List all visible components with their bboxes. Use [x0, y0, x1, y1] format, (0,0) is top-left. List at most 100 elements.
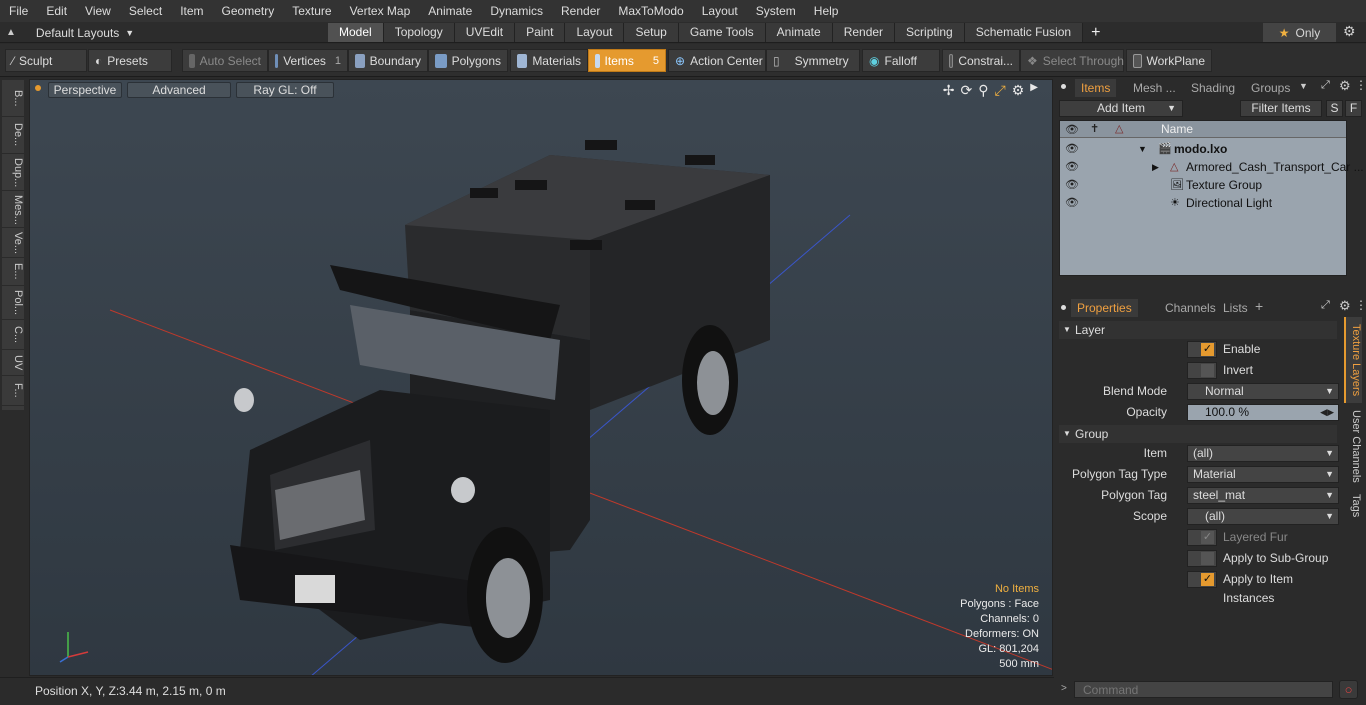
side-tab-texture-layers[interactable]: Texture Layers	[1344, 317, 1362, 403]
left-tab-curve[interactable]: C...	[2, 320, 24, 350]
add-item-button[interactable]: Add Item ▼	[1059, 100, 1183, 117]
gear-icon[interactable]: ⚙	[1343, 23, 1356, 40]
add-tab-button[interactable]: +	[1255, 298, 1263, 314]
scope-select[interactable]: (all) ▼	[1187, 508, 1339, 525]
tab-properties[interactable]: Properties	[1071, 299, 1138, 317]
slider-arrows-icon[interactable]: ◀▶	[1320, 405, 1334, 420]
item-row-armored-car[interactable]: 👁 ▶ △ Armored_Cash_Transport_Car ...	[1060, 158, 1364, 176]
vertices-button[interactable]: Vertices 1	[268, 49, 348, 72]
menu-render[interactable]: Render	[552, 0, 609, 22]
menu-item[interactable]: Item	[171, 0, 212, 22]
materials-button[interactable]: Materials	[510, 49, 588, 72]
menu-dynamics[interactable]: Dynamics	[481, 0, 552, 22]
left-tab-mesh-edit[interactable]: Mes...	[2, 191, 24, 228]
panel-expand-icon[interactable]: ⤢	[1321, 299, 1330, 312]
apply-subgroup-checkbox[interactable]	[1187, 550, 1217, 567]
polygon-tag-select[interactable]: steel_mat ▼	[1187, 487, 1339, 504]
f-button[interactable]: F	[1345, 100, 1362, 117]
menu-file[interactable]: File	[0, 0, 37, 22]
only-toggle[interactable]: ★ Only	[1263, 23, 1336, 42]
polygon-tag-type-select[interactable]: Material ▼	[1187, 466, 1339, 483]
tab-groups[interactable]: Groups	[1245, 79, 1296, 97]
left-tab-fusion[interactable]: F...	[2, 376, 24, 406]
record-icon[interactable]: ○	[1339, 680, 1358, 699]
falloff-button[interactable]: ◉ Falloff	[862, 49, 940, 72]
filter-items-button[interactable]: Filter Items	[1240, 100, 1322, 117]
expand-arrow-icon[interactable]: ▼	[1138, 140, 1147, 158]
panel-gear-icon[interactable]: ⚙	[1339, 298, 1351, 314]
polygons-button[interactable]: Polygons	[428, 49, 508, 72]
visibility-eye-icon[interactable]: 👁	[1065, 197, 1079, 209]
auto-select-button[interactable]: Auto Select	[182, 49, 268, 72]
add-tab-button[interactable]: +	[1083, 23, 1108, 42]
3d-viewport[interactable]: Perspective Advanced Ray GL: Off ✢ ⟳ ⚲ ⤢…	[29, 79, 1053, 676]
tab-render[interactable]: Render	[832, 23, 896, 42]
layout-selector[interactable]: ▲ Default Layouts ▼	[6, 24, 134, 41]
side-tab-user-channels[interactable]: User Channels	[1344, 407, 1362, 485]
tab-model[interactable]: Model	[328, 23, 384, 42]
boundary-button[interactable]: Boundary	[348, 49, 428, 72]
tab-game-tools[interactable]: Game Tools	[678, 23, 766, 42]
left-tab-basic[interactable]: B...	[2, 80, 24, 117]
menu-vertex-map[interactable]: Vertex Map	[341, 0, 420, 22]
tab-lists[interactable]: Lists	[1217, 299, 1254, 317]
menu-texture[interactable]: Texture	[283, 0, 340, 22]
menu-edit[interactable]: Edit	[37, 0, 76, 22]
visibility-eye-icon[interactable]: 👁	[1065, 161, 1079, 173]
sculpt-button[interactable]: ⁄ Sculpt	[5, 49, 87, 72]
menu-geometry[interactable]: Geometry	[213, 0, 284, 22]
panel-dropdown-icon[interactable]: ▼	[1299, 81, 1308, 91]
menu-select[interactable]: Select	[120, 0, 171, 22]
left-tab-polygon[interactable]: Pol...	[2, 286, 24, 320]
opacity-slider[interactable]: 100.0 % ◀▶	[1187, 404, 1339, 421]
action-center-button[interactable]: ⊕ Action Center	[668, 49, 766, 72]
panel-expand-icon[interactable]: ⤢	[1321, 79, 1330, 92]
visibility-eye-icon[interactable]: 👁	[1065, 143, 1079, 155]
group-section-header[interactable]: ▼ Group	[1059, 425, 1337, 443]
item-row-texture-group[interactable]: 👁 🖼 Texture Group	[1060, 176, 1346, 194]
panel-menu-icon[interactable]: ⋮	[1355, 298, 1366, 312]
command-input[interactable]	[1074, 681, 1333, 698]
constraints-button[interactable]: Constrai...	[942, 49, 1020, 72]
tab-setup[interactable]: Setup	[624, 23, 679, 42]
tab-shading[interactable]: Shading	[1185, 79, 1241, 97]
item-row-directional-light[interactable]: 👁 ☀ Directional Light	[1060, 194, 1346, 212]
menu-view[interactable]: View	[76, 0, 120, 22]
visibility-eye-icon[interactable]: 👁	[1065, 179, 1079, 191]
side-tab-tags[interactable]: Tags	[1344, 489, 1362, 523]
left-tab-duplicate[interactable]: Dup...	[2, 154, 24, 191]
apply-instances-checkbox[interactable]: ✓	[1187, 571, 1217, 588]
tab-schematic-fusion[interactable]: Schematic Fusion	[964, 23, 1084, 42]
tab-channels[interactable]: Channels	[1159, 299, 1222, 317]
tab-layout[interactable]: Layout	[565, 23, 625, 42]
enable-checkbox[interactable]: ✓	[1187, 341, 1217, 358]
invert-checkbox[interactable]	[1187, 362, 1217, 379]
panel-gear-icon[interactable]: ⚙	[1339, 78, 1351, 94]
workplane-button[interactable]: WorkPlane	[1126, 49, 1212, 72]
menu-animate[interactable]: Animate	[419, 0, 481, 22]
menu-help[interactable]: Help	[805, 0, 848, 22]
left-tab-vertex[interactable]: Ve...	[2, 228, 24, 258]
layered-fur-checkbox[interactable]: ✓	[1187, 529, 1217, 546]
left-tab-edge[interactable]: E...	[2, 258, 24, 286]
presets-button[interactable]: ◐ Presets	[88, 49, 172, 72]
left-tab-deform[interactable]: De...	[2, 117, 24, 154]
select-through-button[interactable]: ❖ Select Through	[1020, 49, 1124, 72]
items-button[interactable]: Items 5	[588, 49, 666, 72]
tab-paint[interactable]: Paint	[515, 23, 566, 42]
menu-system[interactable]: System	[747, 0, 805, 22]
item-select[interactable]: (all) ▼	[1187, 445, 1339, 462]
tab-items[interactable]: Items	[1075, 79, 1117, 97]
tab-animate[interactable]: Animate	[765, 23, 833, 42]
blend-mode-select[interactable]: Normal ▼	[1187, 383, 1339, 400]
panel-menu-icon[interactable]: ⋮	[1355, 78, 1366, 92]
collapse-arrow-icon[interactable]: ▶	[1152, 158, 1159, 176]
menu-maxtomodo[interactable]: MaxToModo	[609, 0, 692, 22]
tab-topology[interactable]: Topology	[383, 23, 455, 42]
tab-uvedit[interactable]: UVEdit	[454, 23, 516, 42]
left-tab-uv[interactable]: UV	[2, 350, 24, 376]
tab-mesh[interactable]: Mesh ...	[1127, 79, 1182, 97]
symmetry-button[interactable]: ▯ Symmetry	[766, 49, 860, 72]
tab-scripting[interactable]: Scripting	[895, 23, 965, 42]
item-row-modo-lxo[interactable]: 👁 ▼ 🎬 modo.lxo	[1060, 140, 1346, 158]
